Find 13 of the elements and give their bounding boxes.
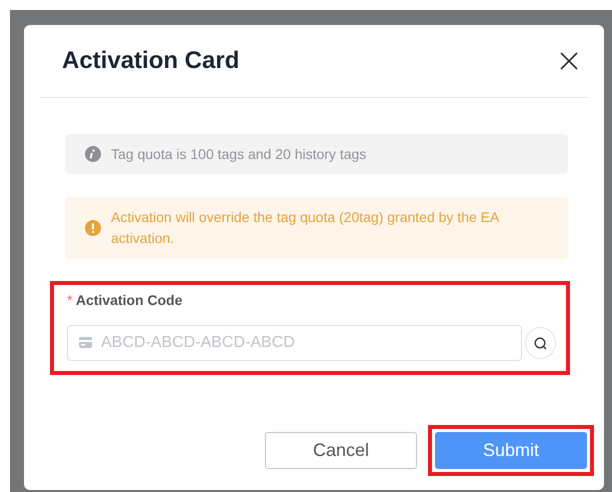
warning-text: Activation will override the tag quota (20tag) granted by the EA activation.: [111, 208, 500, 248]
close-icon[interactable]: [560, 52, 578, 70]
warning-icon: [85, 220, 101, 236]
dialog-title: Activation Card: [62, 47, 240, 75]
field-label: Activation Code: [76, 292, 182, 308]
search-button[interactable]: [524, 327, 556, 359]
info-icon: [85, 146, 101, 162]
required-mark: *: [67, 292, 72, 308]
info-text: Tag quota is 100 tags and 20 history tags: [111, 144, 366, 164]
search-icon: [534, 336, 547, 350]
card-icon: [79, 337, 92, 348]
activation-code-field[interactable]: ABCD-ABCD-ABCD-ABCD: [67, 325, 522, 361]
cancel-button[interactable]: Cancel: [265, 432, 417, 469]
